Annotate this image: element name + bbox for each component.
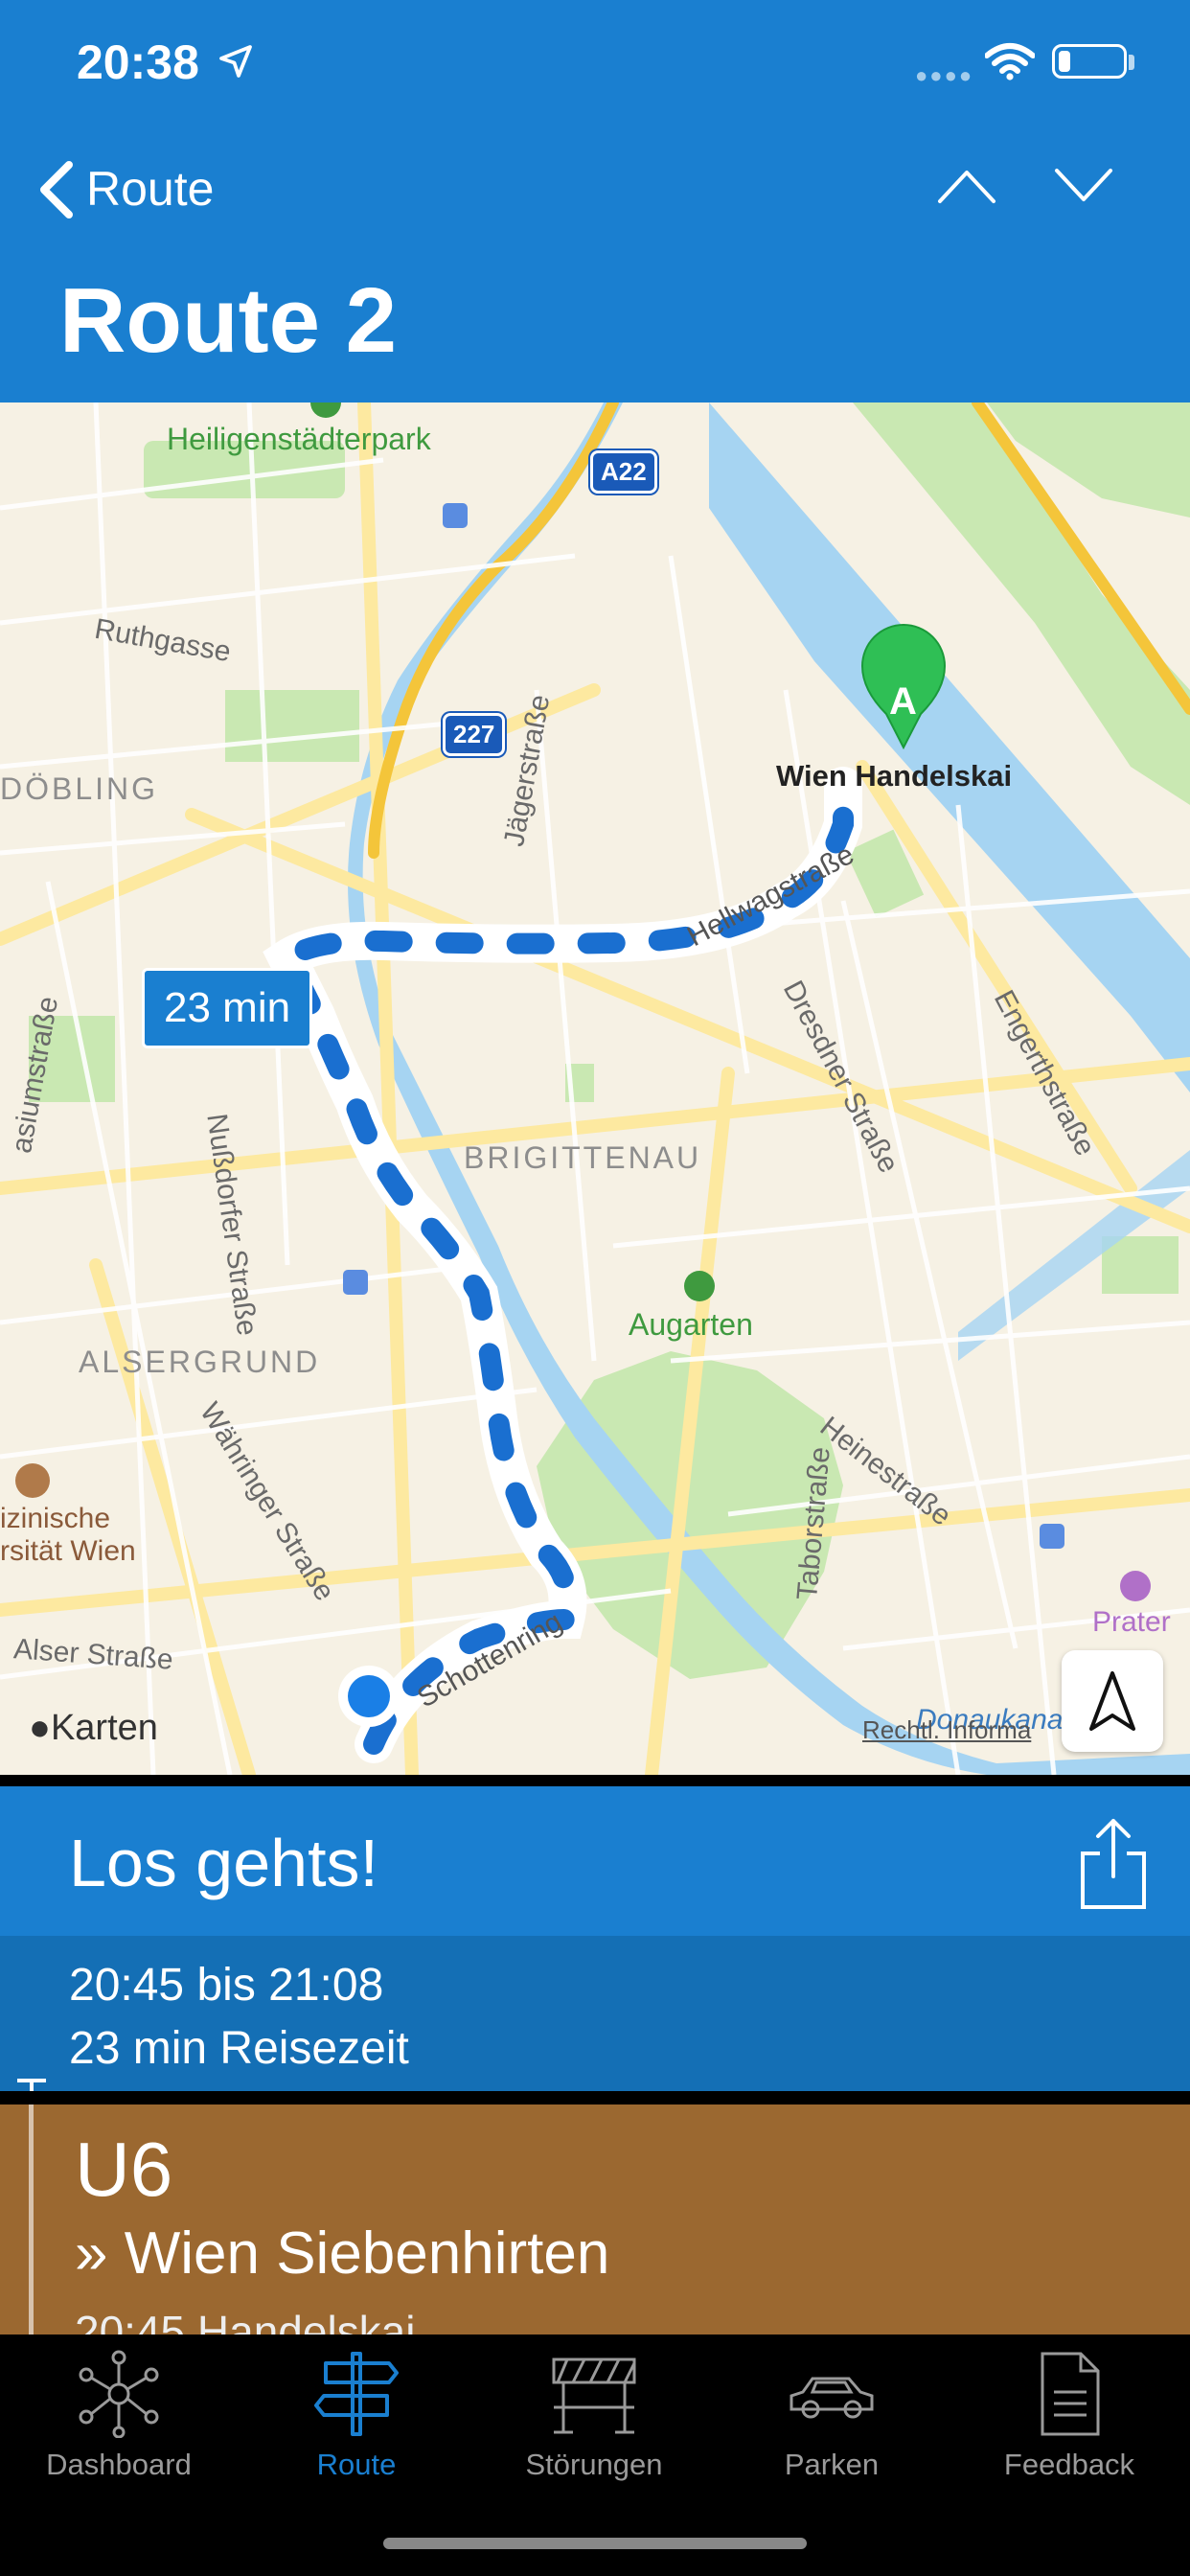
tab-dashboard[interactable]: Dashboard [0, 2350, 238, 2494]
back-chevron-icon[interactable] [34, 159, 77, 220]
line-name: U6 [75, 2127, 173, 2212]
time-range: 20:45 bis 21:08 [69, 1960, 384, 2011]
park-label: Augarten [629, 1307, 753, 1342]
location-arrow-icon [219, 45, 252, 78]
destination-marker-letter: A [889, 680, 917, 723]
battery-tip [1129, 55, 1134, 70]
tab-label: Parken [784, 2448, 880, 2481]
timeline-start-icon [17, 2079, 46, 2091]
timeline-line [29, 2104, 34, 2334]
maps-provider-logo: ●Karten [29, 1708, 158, 1749]
tab-label: Dashboard [46, 2448, 192, 2481]
district-label: DÖBLING [0, 771, 159, 806]
track-location-button[interactable] [1062, 1650, 1163, 1752]
battery-icon [1052, 44, 1127, 79]
page-title: Route 2 [59, 269, 398, 372]
home-indicator[interactable] [383, 2538, 807, 2549]
tab-feedback[interactable]: Feedback [950, 2350, 1188, 2494]
road-shield-227: 227 [443, 713, 506, 756]
start-panel: Los gehts! [0, 1786, 1190, 1936]
status-time: 20:38 [77, 35, 199, 89]
map-canvas [0, 402, 1190, 1775]
route-map[interactable]: A Wien Handelskai Heiligenstädterpark Au… [0, 402, 1190, 1775]
maps-provider-label: Karten [50, 1708, 158, 1748]
district-label: ALSERGRUND [79, 1345, 321, 1379]
district-label: BRIGITTENAU [464, 1140, 702, 1175]
car-icon [790, 2377, 874, 2419]
destination-name: Wien Handelskai [776, 759, 1013, 793]
tab-parken[interactable]: Parken [713, 2350, 950, 2494]
travel-time: 23 min Reisezeit [69, 2023, 409, 2074]
share-icon[interactable] [1077, 1815, 1150, 1911]
signal-icon: ●●●● [915, 63, 974, 87]
time-summary: 20:45 bis 21:08 23 min Reisezeit [0, 1936, 1190, 2091]
document-icon [1041, 2352, 1100, 2436]
signpost-icon [314, 2352, 399, 2436]
tab-label: Störungen [525, 2448, 663, 2481]
tab-stoerungen[interactable]: Störungen [475, 2350, 713, 2494]
navigation-header: 20:38 ●●●● Route Route 2 [0, 0, 1190, 402]
route-leg-card[interactable]: U6 » Wien Siebenhirten 20:45 Handelskai [0, 2104, 1190, 2357]
route-time-bubble[interactable]: 23 min [142, 968, 313, 1048]
network-icon [79, 2350, 159, 2438]
line-direction: » Wien Siebenhirten [75, 2220, 610, 2287]
tab-route[interactable]: Route [238, 2350, 475, 2494]
location-arrow-icon [1089, 1671, 1135, 1731]
legal-info-link[interactable]: Rechtl. Informa [862, 1715, 1031, 1745]
apple-logo-icon: ● [29, 1708, 51, 1748]
university-label: izinische rsität Wien [0, 1503, 136, 1567]
next-route-chevron-down-icon[interactable] [1054, 165, 1113, 207]
tab-label: Feedback [1003, 2448, 1135, 2481]
previous-route-chevron-up-icon[interactable] [937, 165, 996, 207]
start-title: Los gehts! [69, 1826, 378, 1900]
road-shield-a22: A22 [590, 450, 657, 494]
park-label: Heiligenstädterpark [167, 422, 431, 456]
barrier-icon [552, 2358, 636, 2434]
wifi-icon [985, 43, 1035, 80]
park-label: Prater [1092, 1606, 1171, 1638]
back-button[interactable]: Route [86, 161, 214, 217]
tab-label: Route [316, 2448, 397, 2481]
